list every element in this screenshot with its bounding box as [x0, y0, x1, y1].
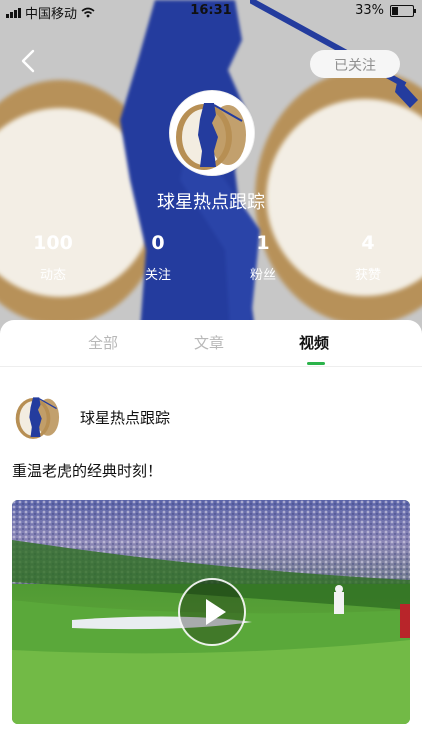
stat-value: 1: [256, 232, 270, 254]
status-bar-right: 33%: [355, 3, 416, 18]
battery-percent: 33%: [355, 3, 384, 18]
stat-value: 0: [151, 232, 165, 254]
stat-following[interactable]: 0 关注: [118, 232, 198, 283]
battery-icon: [390, 4, 416, 17]
stat-posts[interactable]: 100 动态: [13, 232, 93, 283]
stat-label: 关注: [144, 268, 171, 283]
content-panel: 全部 文章 视频 球星热点跟踪 重温老虎的经典时刻！: [0, 320, 422, 750]
stat-label: 动态: [39, 268, 66, 283]
post-author-name[interactable]: 球星热点跟踪: [80, 407, 170, 428]
play-icon: [206, 599, 226, 625]
back-icon[interactable]: [16, 48, 42, 74]
profile-avatar[interactable]: [169, 90, 255, 176]
active-tab-indicator: [307, 362, 325, 365]
post-author-avatar[interactable]: [12, 390, 64, 442]
tab-all[interactable]: 全部: [88, 332, 118, 353]
video-thumbnail[interactable]: [12, 500, 410, 724]
tab-articles[interactable]: 文章: [194, 332, 224, 353]
stat-label: 获赞: [354, 268, 381, 283]
golfer-logo: [170, 91, 254, 175]
stat-value: 100: [33, 232, 73, 254]
tab-bar: 全部 文章 视频: [0, 320, 422, 367]
status-bar: 中国移动 16:31 33%: [0, 0, 422, 22]
stat-label: 粉丝: [249, 268, 276, 283]
stat-fans[interactable]: 1 粉丝: [223, 232, 303, 283]
post-text: 重温老虎的经典时刻！: [12, 462, 163, 480]
followed-button[interactable]: 已关注: [310, 50, 400, 78]
profile-header: 中国移动 16:31 33% 已关注 球星热点跟踪 100 动态 0 关注 1 …: [0, 0, 422, 340]
stat-value: 4: [361, 232, 375, 254]
play-button[interactable]: [178, 578, 246, 646]
stat-likes[interactable]: 4 获赞: [328, 232, 408, 283]
tab-videos[interactable]: 视频: [299, 332, 329, 353]
golfer-logo: [12, 390, 64, 442]
profile-name: 球星热点跟踪: [157, 192, 265, 213]
profile-stats: 100 动态 0 关注 1 粉丝 4 获赞: [0, 232, 422, 292]
